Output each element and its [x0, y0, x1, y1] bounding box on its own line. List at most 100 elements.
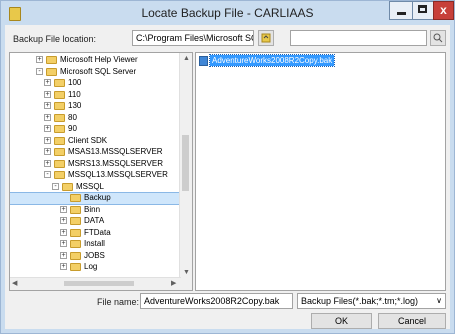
location-input[interactable]: C:\Program Files\Microsoft SQL Server\MS…	[132, 30, 254, 46]
tree-item[interactable]: + Binn	[10, 205, 180, 216]
tree-item[interactable]: +100	[10, 78, 180, 89]
expand-icon[interactable]: +	[60, 251, 67, 259]
tree-horizontal-scroll-thumb[interactable]	[64, 281, 134, 286]
collapse-icon[interactable]: -	[44, 171, 51, 178]
tree-item-label: Backup	[84, 193, 111, 202]
expand-icon[interactable]: +	[44, 79, 51, 86]
folder-icon	[70, 217, 81, 225]
folder-icon	[54, 102, 65, 110]
minimize-button[interactable]	[389, 1, 413, 20]
filename-label: File name:	[97, 297, 140, 307]
tree-item-label: Microsoft Help Viewer	[60, 55, 138, 64]
tree-item-label: 100	[68, 78, 82, 87]
tree-item-label: JOBS	[84, 250, 105, 260]
scroll-up-icon[interactable]: ▲	[183, 55, 190, 62]
tree-item[interactable]: +90	[10, 124, 180, 135]
dialog-body: Backup File location: C:\Program Files\M…	[5, 25, 450, 329]
dialog-window: Locate Backup File - CARLIAAS x Backup F…	[0, 0, 455, 334]
folder-icon	[70, 228, 81, 237]
expand-icon[interactable]: +	[60, 240, 67, 247]
scroll-right-icon[interactable]: ▶	[171, 279, 176, 287]
tree-item[interactable]: +130	[10, 101, 180, 112]
tree-item[interactable]: Backup	[10, 192, 181, 205]
refresh-icon	[261, 33, 271, 43]
expand-icon[interactable]: +	[36, 56, 43, 63]
expand-icon[interactable]: +	[44, 90, 51, 98]
tree-item[interactable]: + DATA	[10, 216, 180, 227]
tree-item[interactable]: + JOBS	[10, 251, 180, 262]
expand-icon[interactable]: +	[44, 125, 51, 132]
tree-item[interactable]: + Log	[10, 262, 180, 273]
folder-icon	[54, 148, 65, 156]
tree-item-label: MSSQL13.MSSQLSERVER	[68, 170, 168, 179]
filename-input[interactable]: AdventureWorks2008R2Copy.bak	[140, 293, 293, 309]
tree-item[interactable]: + MSAS13.MSSQLSERVER	[10, 147, 180, 158]
folder-icon	[46, 67, 57, 76]
cancel-button[interactable]: Cancel	[378, 313, 446, 329]
expand-icon[interactable]: +	[44, 102, 51, 109]
maximize-button[interactable]	[412, 1, 434, 20]
expand-icon[interactable]: +	[60, 205, 67, 213]
tree-item[interactable]: + Microsoft Help Viewer	[10, 55, 180, 66]
tree-item[interactable]: + Install	[10, 239, 180, 250]
search-button[interactable]	[430, 30, 446, 46]
folder-icon	[70, 205, 81, 214]
tree-item-label: Microsoft SQL Server	[60, 66, 137, 76]
tree-item-label: Install	[84, 239, 105, 248]
chevron-down-icon: ∨	[436, 296, 442, 305]
expand-icon[interactable]: +	[44, 159, 51, 167]
tree-item[interactable]: + Client SDK	[10, 136, 180, 147]
expand-icon[interactable]: +	[44, 148, 51, 155]
tree-item-label: MSSQL	[76, 181, 105, 191]
folder-icon	[54, 113, 65, 122]
folder-icon	[54, 90, 65, 99]
tree-item[interactable]: +110	[10, 90, 180, 101]
tree-item-label: 80	[68, 112, 77, 122]
tree-item[interactable]: - Microsoft SQL Server	[10, 67, 180, 78]
tree-vertical-scroll-thumb[interactable]	[182, 135, 189, 191]
file-name: AdventureWorks2008R2Copy.bak	[208, 54, 336, 67]
tree-horizontal-scrollbar[interactable]: ◀ ▶	[10, 277, 181, 290]
search-icon	[433, 33, 443, 43]
file-list[interactable]: AdventureWorks2008R2Copy.bak	[195, 52, 446, 291]
folder-tree[interactable]: + Microsoft Help Viewer - Microsoft SQL Ser…	[9, 52, 193, 291]
tree-item-label: 110	[68, 89, 81, 99]
tree-item[interactable]: - MSSQL	[10, 182, 180, 193]
tree-item-label: Log	[84, 262, 98, 271]
tree-item-label: DATA	[84, 216, 105, 225]
expand-icon[interactable]: +	[44, 136, 51, 144]
ok-button[interactable]: OK	[311, 313, 372, 329]
tree-vertical-scrollbar[interactable]: ▲ ▼	[179, 53, 192, 280]
folder-icon	[54, 125, 65, 133]
window-title: Locate Backup File - CARLIAAS	[141, 6, 314, 20]
folder-icon	[70, 194, 81, 202]
expand-icon[interactable]: +	[60, 217, 67, 224]
tree-item[interactable]: - MSSQL13.MSSQLSERVER	[10, 170, 180, 181]
close-button[interactable]: x	[433, 1, 454, 20]
tree-item-label: MSRS13.MSSQLSERVER	[68, 158, 163, 168]
refresh-button[interactable]	[258, 30, 274, 46]
scroll-corner	[180, 278, 192, 290]
search-input[interactable]	[290, 30, 427, 46]
tree-item[interactable]: + MSRS13.MSSQLSERVER	[10, 159, 180, 170]
tree-item[interactable]: +80	[10, 113, 180, 124]
collapse-icon[interactable]: -	[52, 182, 59, 190]
title-bar[interactable]: Locate Backup File - CARLIAAS x	[1, 1, 454, 25]
scroll-left-icon[interactable]: ◀	[12, 279, 17, 287]
tree-item-label: 130	[68, 101, 82, 110]
collapse-icon[interactable]: -	[36, 67, 43, 75]
file-type-select[interactable]: Backup Files(*.bak;*.tm;*.log) ∨	[297, 293, 446, 309]
tree-item-label: Client SDK	[68, 135, 108, 145]
location-label: Backup File location:	[13, 34, 97, 44]
folder-icon	[62, 182, 73, 191]
folder-icon	[54, 171, 65, 179]
tree-item[interactable]: + FTData	[10, 228, 180, 239]
tree-item-label: FTData	[84, 227, 111, 237]
expand-icon[interactable]: +	[60, 263, 67, 270]
scroll-down-icon[interactable]: ▼	[183, 269, 190, 276]
tree-item-label: Binn	[84, 204, 101, 214]
folder-icon	[70, 251, 81, 260]
expand-icon[interactable]: +	[44, 113, 51, 121]
folder-icon	[54, 159, 65, 168]
expand-icon[interactable]: +	[60, 228, 67, 236]
